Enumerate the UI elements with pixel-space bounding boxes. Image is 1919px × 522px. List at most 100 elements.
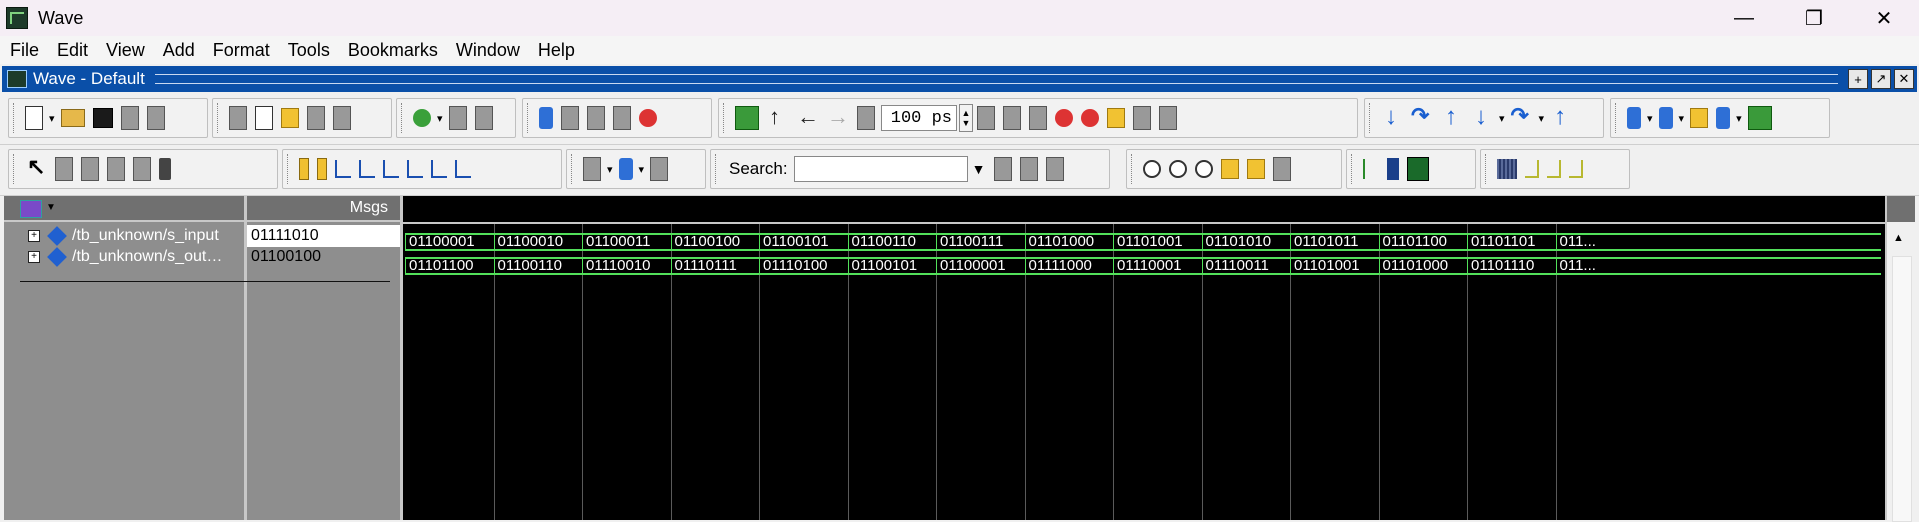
next-falling-icon[interactable] (407, 160, 423, 178)
step-out-all-icon[interactable] (1550, 103, 1572, 131)
menu-format[interactable]: Format (204, 40, 279, 61)
run-length-spinner[interactable]: ▲ ▼ (959, 104, 973, 132)
menu-tools[interactable]: Tools (279, 40, 339, 61)
scrollbar-thumb[interactable] (1892, 256, 1912, 522)
wave-style-1-icon[interactable] (1497, 159, 1517, 179)
menu-help[interactable]: Help (529, 40, 584, 61)
table-icon[interactable] (587, 106, 605, 130)
bus-waveform-s-input[interactable]: 01100001 01100010 01100011 01100100 01100101… (403, 233, 1881, 251)
reports-icon[interactable] (613, 106, 631, 130)
layers-icon[interactable] (539, 107, 553, 129)
panel-drag-grip[interactable] (154, 74, 1838, 84)
select-mode-icon[interactable] (25, 154, 47, 180)
bus-waveform-s-output[interactable]: 01101100 01100110 01110010 01110111 01110100… (403, 257, 1881, 275)
value-row[interactable]: 01100100 (247, 246, 400, 268)
close-button[interactable]: ✕ (1849, 0, 1919, 36)
wave-style-2-icon[interactable] (1525, 160, 1539, 178)
maximize-button[interactable]: ❐ (1779, 0, 1849, 36)
bus-value-segment[interactable]: 01101101 (1467, 233, 1556, 251)
menu-window[interactable]: Window (447, 40, 529, 61)
bus-value-segment[interactable]: 01100110 (493, 257, 582, 275)
bus-value-segment[interactable]: 01100100 (670, 233, 759, 251)
redo-icon[interactable] (333, 106, 351, 130)
bus-value-segment[interactable]: 01101001 (1290, 257, 1379, 275)
format-icon[interactable] (474, 106, 493, 130)
bus-value-segment[interactable]: 01100011 (582, 233, 671, 251)
search-prev-icon[interactable] (993, 157, 1012, 181)
reload-icon[interactable] (120, 106, 139, 130)
hand-icon[interactable] (1159, 106, 1177, 130)
collapse-icon[interactable] (618, 158, 633, 180)
layout-2-icon[interactable] (1658, 107, 1673, 129)
expand-icon[interactable] (583, 157, 601, 181)
new-file-icon[interactable] (25, 106, 43, 130)
search-input[interactable] (793, 156, 968, 182)
split-icon[interactable] (133, 157, 151, 181)
search-next-icon[interactable] (1019, 157, 1038, 181)
add-icon[interactable] (413, 109, 431, 127)
step-forward-icon[interactable] (827, 104, 849, 130)
zoom-mode-icon[interactable] (55, 157, 73, 181)
bus-value-segment[interactable]: 011... (1555, 257, 1881, 275)
vertical-scrollbar[interactable]: ▲ (1887, 196, 1915, 522)
layout-5-icon[interactable] (1747, 106, 1772, 130)
menu-bookmarks[interactable]: Bookmarks (339, 40, 447, 61)
step-over-icon[interactable] (1411, 103, 1433, 129)
edit-mode-icon[interactable] (107, 157, 125, 181)
bus-value-segment[interactable]: 01110010 (582, 257, 671, 275)
next-rising-icon[interactable] (455, 160, 471, 178)
zoom-between-icon[interactable] (1247, 159, 1265, 179)
bus-value-segment[interactable]: 01100111 (936, 233, 1025, 251)
prev-falling-icon[interactable] (383, 160, 399, 178)
step-into-dd-icon[interactable] (1471, 103, 1493, 131)
bus-value-segment[interactable]: 01100110 (847, 233, 936, 251)
delete-icon[interactable] (639, 109, 657, 127)
menu-add[interactable]: Add (154, 40, 204, 61)
menu-edit[interactable]: Edit (48, 40, 97, 61)
value-row[interactable]: 01111010 (247, 225, 400, 247)
bus-value-segment[interactable]: 01110100 (759, 257, 848, 275)
bus-value-segment[interactable]: 01110011 (1201, 257, 1290, 275)
signal-row[interactable]: + /tb_unknown/s_out… (4, 246, 244, 268)
zoom-out-icon[interactable] (1169, 160, 1187, 178)
bus-value-segment[interactable]: 01101110 (1467, 257, 1556, 275)
step-up-icon[interactable] (767, 104, 789, 130)
bus-value-segment[interactable]: 01110111 (670, 257, 759, 275)
bus-value-segment[interactable]: 011... (1555, 233, 1881, 251)
stop-icon[interactable] (1081, 109, 1099, 127)
undo-icon[interactable] (307, 106, 325, 130)
save-icon[interactable] (92, 108, 113, 128)
open-folder-icon[interactable] (60, 109, 85, 127)
layout-1-icon[interactable] (1627, 107, 1641, 129)
wave-settings-icon[interactable] (20, 200, 42, 218)
print-icon[interactable] (146, 106, 165, 130)
step-into-icon[interactable] (1381, 103, 1403, 131)
bus-value-segment[interactable]: 01100101 (759, 233, 848, 251)
expand-signal-button[interactable]: + (28, 251, 40, 263)
zoom-full-icon[interactable] (1195, 160, 1213, 178)
lock-cursor-icon[interactable] (1387, 158, 1399, 180)
group-icon[interactable] (650, 157, 669, 181)
wave-compare-2-icon[interactable] (1133, 106, 1151, 130)
bus-value-segment[interactable]: 01101011 (1290, 233, 1379, 251)
wave-style-3-icon[interactable] (1547, 160, 1561, 178)
dataset-icon[interactable] (561, 106, 579, 130)
find-binoculars-icon[interactable] (448, 106, 467, 130)
signal-icon[interactable] (159, 158, 171, 180)
next-edge-icon[interactable] (359, 160, 375, 178)
bus-value-segment[interactable]: 01101100 (1378, 233, 1467, 251)
run-length-icon[interactable] (857, 106, 875, 130)
signal-row[interactable]: + /tb_unknown/s_input (4, 225, 244, 247)
bus-value-segment[interactable]: 01101000 (1024, 233, 1113, 251)
panel-float-button[interactable]: + (1848, 69, 1868, 89)
menu-file[interactable]: File (0, 40, 48, 61)
pan-mode-icon[interactable] (81, 157, 99, 181)
step-out-icon[interactable] (1441, 103, 1463, 131)
restart-icon[interactable] (735, 106, 759, 130)
signal-name[interactable]: /tb_unknown/s_input (72, 227, 219, 245)
bus-value-segment[interactable]: 01111000 (1024, 257, 1113, 275)
bus-value-segment[interactable]: 01101100 (405, 257, 494, 275)
run-all-icon[interactable] (1029, 106, 1047, 130)
panel-close-button[interactable]: ✕ (1894, 69, 1914, 89)
bus-value-segment[interactable]: 01100010 (493, 233, 582, 251)
